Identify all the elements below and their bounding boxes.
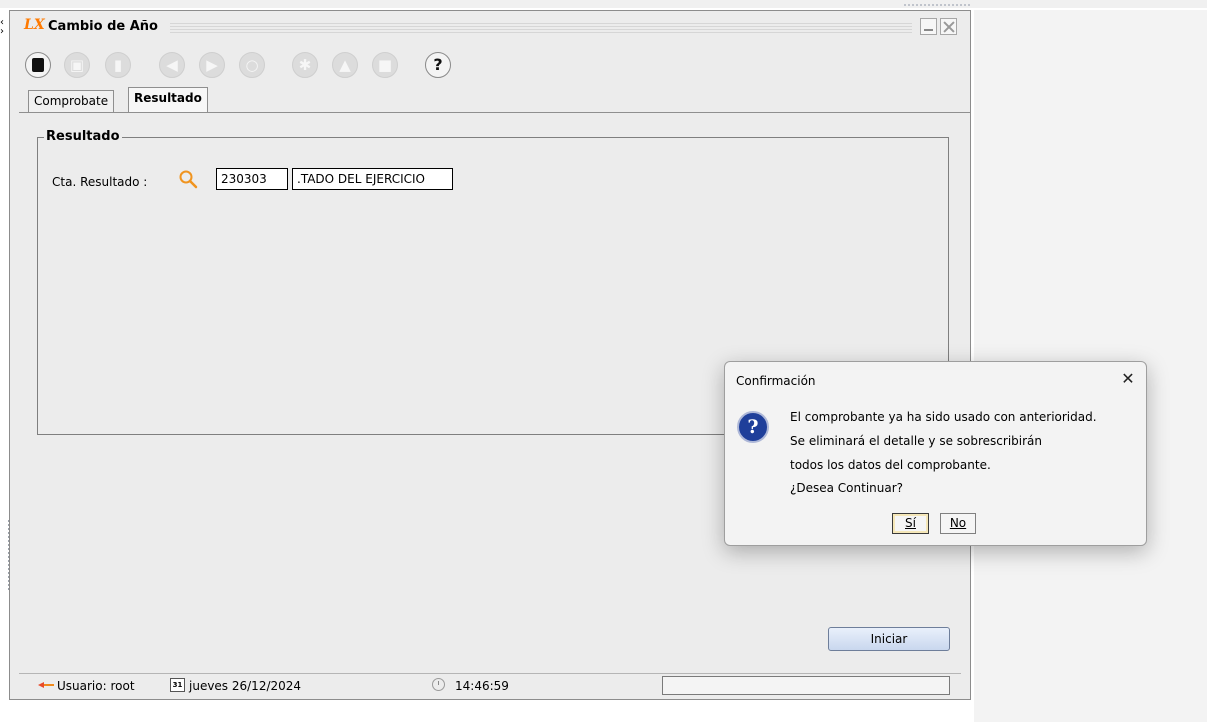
main-window: LX Cambio de Año ▣ ▮ ◀ ▶ ○ ✱ ▲ ■ ? Compr… bbox=[9, 10, 971, 700]
dialog-message-line: Se eliminará el detalle y se sobrescribi… bbox=[790, 434, 1042, 448]
next-button[interactable]: ▶ bbox=[199, 52, 225, 78]
print-button[interactable]: ▲ bbox=[332, 52, 358, 78]
app-logo: LX bbox=[24, 17, 45, 33]
save-button[interactable]: ▣ bbox=[64, 52, 90, 78]
preview-icon: ■ bbox=[377, 56, 393, 74]
new-document-button[interactable] bbox=[25, 52, 51, 78]
delete-button[interactable]: ▮ bbox=[105, 52, 131, 78]
print-preview-button[interactable]: ■ bbox=[372, 52, 398, 78]
status-time: 14:46:59 bbox=[455, 679, 509, 693]
close-window-button[interactable] bbox=[940, 18, 957, 35]
printer-icon: ▲ bbox=[339, 56, 351, 74]
document-icon bbox=[32, 58, 44, 72]
window-title: Cambio de Año bbox=[48, 19, 158, 34]
status-bar: Usuario: root 31 jueves 26/12/2024 14:46… bbox=[19, 673, 961, 696]
no-label: No bbox=[949, 516, 967, 530]
progress-bar bbox=[662, 676, 950, 695]
tab-strip-border bbox=[19, 112, 970, 113]
magnifier-icon: ○ bbox=[245, 56, 259, 74]
arrow-right-icon: ▶ bbox=[206, 56, 218, 74]
search-icon[interactable] bbox=[178, 169, 198, 189]
status-date: jueves 26/12/2024 bbox=[189, 679, 302, 693]
calendar-icon: 31 bbox=[170, 678, 185, 692]
dialog-message-line: todos los datos del comprobante. bbox=[790, 458, 991, 472]
gears-icon: ✱ bbox=[298, 56, 312, 74]
dialog-message-line: El comprobante ya ha sido usado con ante… bbox=[790, 410, 1097, 424]
previous-button[interactable]: ◀ bbox=[159, 52, 185, 78]
confirm-dialog: Confirmación ✕ ? El comprobante ya ha si… bbox=[724, 361, 1147, 546]
close-icon[interactable]: ✕ bbox=[1117, 368, 1139, 390]
process-button[interactable]: ✱ bbox=[292, 52, 318, 78]
yes-button[interactable]: Sí bbox=[892, 513, 929, 534]
user-icon bbox=[38, 682, 54, 688]
start-button[interactable]: Iniciar bbox=[828, 627, 950, 651]
desktop-strip bbox=[0, 0, 1207, 8]
cta-description-field[interactable]: .TADO DEL EJERCICIO bbox=[292, 168, 453, 190]
dialog-message-line: ¿Desea Continuar? bbox=[790, 481, 904, 495]
clock-icon bbox=[432, 678, 445, 691]
find-button[interactable]: ○ bbox=[239, 52, 265, 78]
title-bar-grip bbox=[170, 21, 912, 35]
resize-grip[interactable] bbox=[904, 4, 970, 8]
question-icon: ? bbox=[737, 411, 769, 443]
status-user: Usuario: root bbox=[57, 679, 135, 693]
minimize-button[interactable] bbox=[920, 18, 937, 35]
help-button[interactable]: ? bbox=[425, 52, 451, 78]
tab-comprobate[interactable]: Comprobate bbox=[28, 90, 115, 112]
arrow-left-icon: ◀ bbox=[166, 56, 178, 74]
save-icon: ▣ bbox=[69, 56, 85, 74]
cta-code-input[interactable]: 230303 bbox=[216, 168, 288, 190]
help-icon: ? bbox=[433, 55, 443, 74]
cta-resultado-label: Cta. Resultado : bbox=[52, 175, 148, 189]
tab-resultado[interactable]: Resultado bbox=[128, 87, 208, 112]
yes-label: Sí bbox=[905, 516, 916, 530]
trash-icon: ▮ bbox=[113, 56, 123, 74]
dialog-title: Confirmación bbox=[736, 374, 816, 388]
no-button[interactable]: No bbox=[940, 513, 976, 534]
title-bar[interactable]: LX Cambio de Año bbox=[10, 11, 970, 41]
group-title: Resultado bbox=[44, 129, 122, 144]
